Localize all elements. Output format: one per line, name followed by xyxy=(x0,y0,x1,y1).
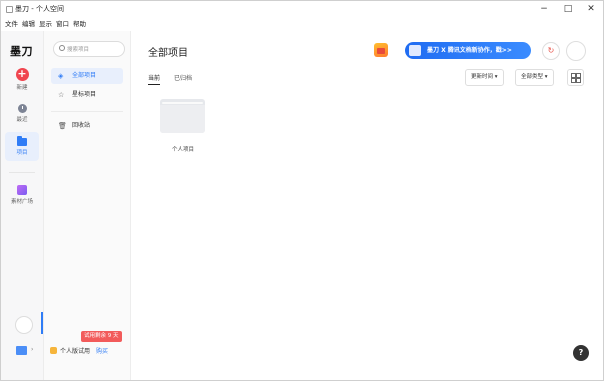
rail-item-label: 新建 xyxy=(16,85,28,91)
sidebar-item-label: 星标项目 xyxy=(72,91,97,98)
plus-icon: + xyxy=(15,67,29,81)
rail-item-label: 素材广场 xyxy=(10,199,33,205)
type-filter-dropdown[interactable]: 全部类型 ▾ xyxy=(515,69,554,86)
sidebar-item-starred[interactable]: ☆ 星标项目 xyxy=(51,87,123,103)
rail-divider xyxy=(9,172,35,173)
active-indicator xyxy=(41,312,43,334)
project-folder-name: 个人项目 xyxy=(171,147,194,153)
maximize-button[interactable]: □ xyxy=(561,3,575,15)
project-sidebar: 搜索项目 ◈ 全部项目 ☆ 星标项目 🗑 回收站 试用剩余 9 天 个人版试用购… xyxy=(44,31,131,380)
menu-view[interactable]: 显示 xyxy=(39,18,52,28)
close-button[interactable]: ✕ xyxy=(584,3,598,15)
buy-link[interactable]: 购买 xyxy=(96,348,108,355)
minimize-button[interactable]: − xyxy=(537,3,551,15)
menu-window[interactable]: 窗口 xyxy=(56,18,69,28)
sidebar-divider xyxy=(51,111,123,112)
rail-item-materials[interactable]: 素材广场 xyxy=(5,185,39,205)
search-input[interactable]: 搜索项目 xyxy=(53,41,125,57)
sort-dropdown[interactable]: 更新时间 ▾ xyxy=(465,69,504,86)
avatar[interactable] xyxy=(15,316,33,334)
menu-bar: 文件 编辑 显示 窗口 帮助 xyxy=(5,18,86,28)
project-folder-card[interactable] xyxy=(160,99,205,133)
trial-days-badge: 试用剩余 9 天 xyxy=(81,331,122,342)
folder-icon xyxy=(17,136,27,146)
app-window: 墨刀 - 个人空间 − □ ✕ 文件 编辑 显示 窗口 帮助 墨刀 + 新建 最… xyxy=(0,0,604,381)
sidebar-item-trash[interactable]: 🗑 回收站 xyxy=(51,118,123,134)
grid-icon xyxy=(576,78,581,83)
tab-archived[interactable]: 已归档 xyxy=(174,73,192,82)
nav-rail: 墨刀 + 新建 最近 项目 素材广场 › xyxy=(1,31,44,380)
chevron-right-icon[interactable]: › xyxy=(31,346,33,353)
rail-item-new[interactable]: + 新建 xyxy=(5,68,39,91)
search-placeholder: 搜索项目 xyxy=(67,47,90,53)
help-button[interactable]: ? xyxy=(573,345,589,361)
app-icon xyxy=(6,6,13,13)
clock-icon xyxy=(17,104,27,113)
tab-current[interactable]: 当前 xyxy=(148,73,161,85)
material-icon xyxy=(17,185,27,195)
star-icon: ☆ xyxy=(58,91,65,99)
folder-paper xyxy=(162,102,203,104)
rail-item-label: 项目 xyxy=(16,150,28,156)
title-bar: 墨刀 - 个人空间 − □ ✕ xyxy=(1,1,603,17)
rail-item-label: 最近 xyxy=(16,117,28,123)
main-content: 全部项目 当前 已归档 墨刀 X 腾讯文档新协作，戳>> ↻ 更新时间 ▾ 全部… xyxy=(131,31,603,380)
trash-icon: 🗑 xyxy=(58,122,67,130)
window-title: 墨刀 - 个人空间 xyxy=(15,5,64,13)
team-folder-icon[interactable] xyxy=(16,346,27,355)
sidebar-item-all-projects[interactable]: ◈ 全部项目 xyxy=(51,68,123,84)
menu-help[interactable]: 帮助 xyxy=(73,18,86,28)
user-avatar[interactable] xyxy=(566,41,586,61)
menu-file[interactable]: 文件 xyxy=(5,18,18,28)
gift-icon[interactable] xyxy=(374,43,388,57)
promo-text: 墨刀 X 腾讯文档新协作，戳>> xyxy=(427,47,512,54)
promo-image-icon xyxy=(409,45,421,56)
search-icon xyxy=(59,45,65,51)
sync-icon[interactable]: ↻ xyxy=(542,42,560,60)
plan-row: 个人版试用 购买 xyxy=(50,346,108,355)
grid-view-button[interactable] xyxy=(567,69,584,86)
sidebar-item-label: 全部项目 xyxy=(72,72,97,79)
menu-edit[interactable]: 编辑 xyxy=(22,18,35,28)
crown-icon xyxy=(50,347,57,354)
app-logo: 墨刀 xyxy=(10,45,33,58)
page-title: 全部项目 xyxy=(148,48,188,59)
rail-item-recent[interactable]: 最近 xyxy=(5,104,39,123)
layers-icon: ◈ xyxy=(58,72,64,80)
rail-item-projects[interactable]: 项目 xyxy=(5,132,39,161)
promo-banner[interactable]: 墨刀 X 腾讯文档新协作，戳>> xyxy=(405,42,531,59)
plan-label: 个人版试用 xyxy=(60,348,91,355)
sidebar-item-label: 回收站 xyxy=(72,122,91,129)
folder-front xyxy=(160,105,205,133)
